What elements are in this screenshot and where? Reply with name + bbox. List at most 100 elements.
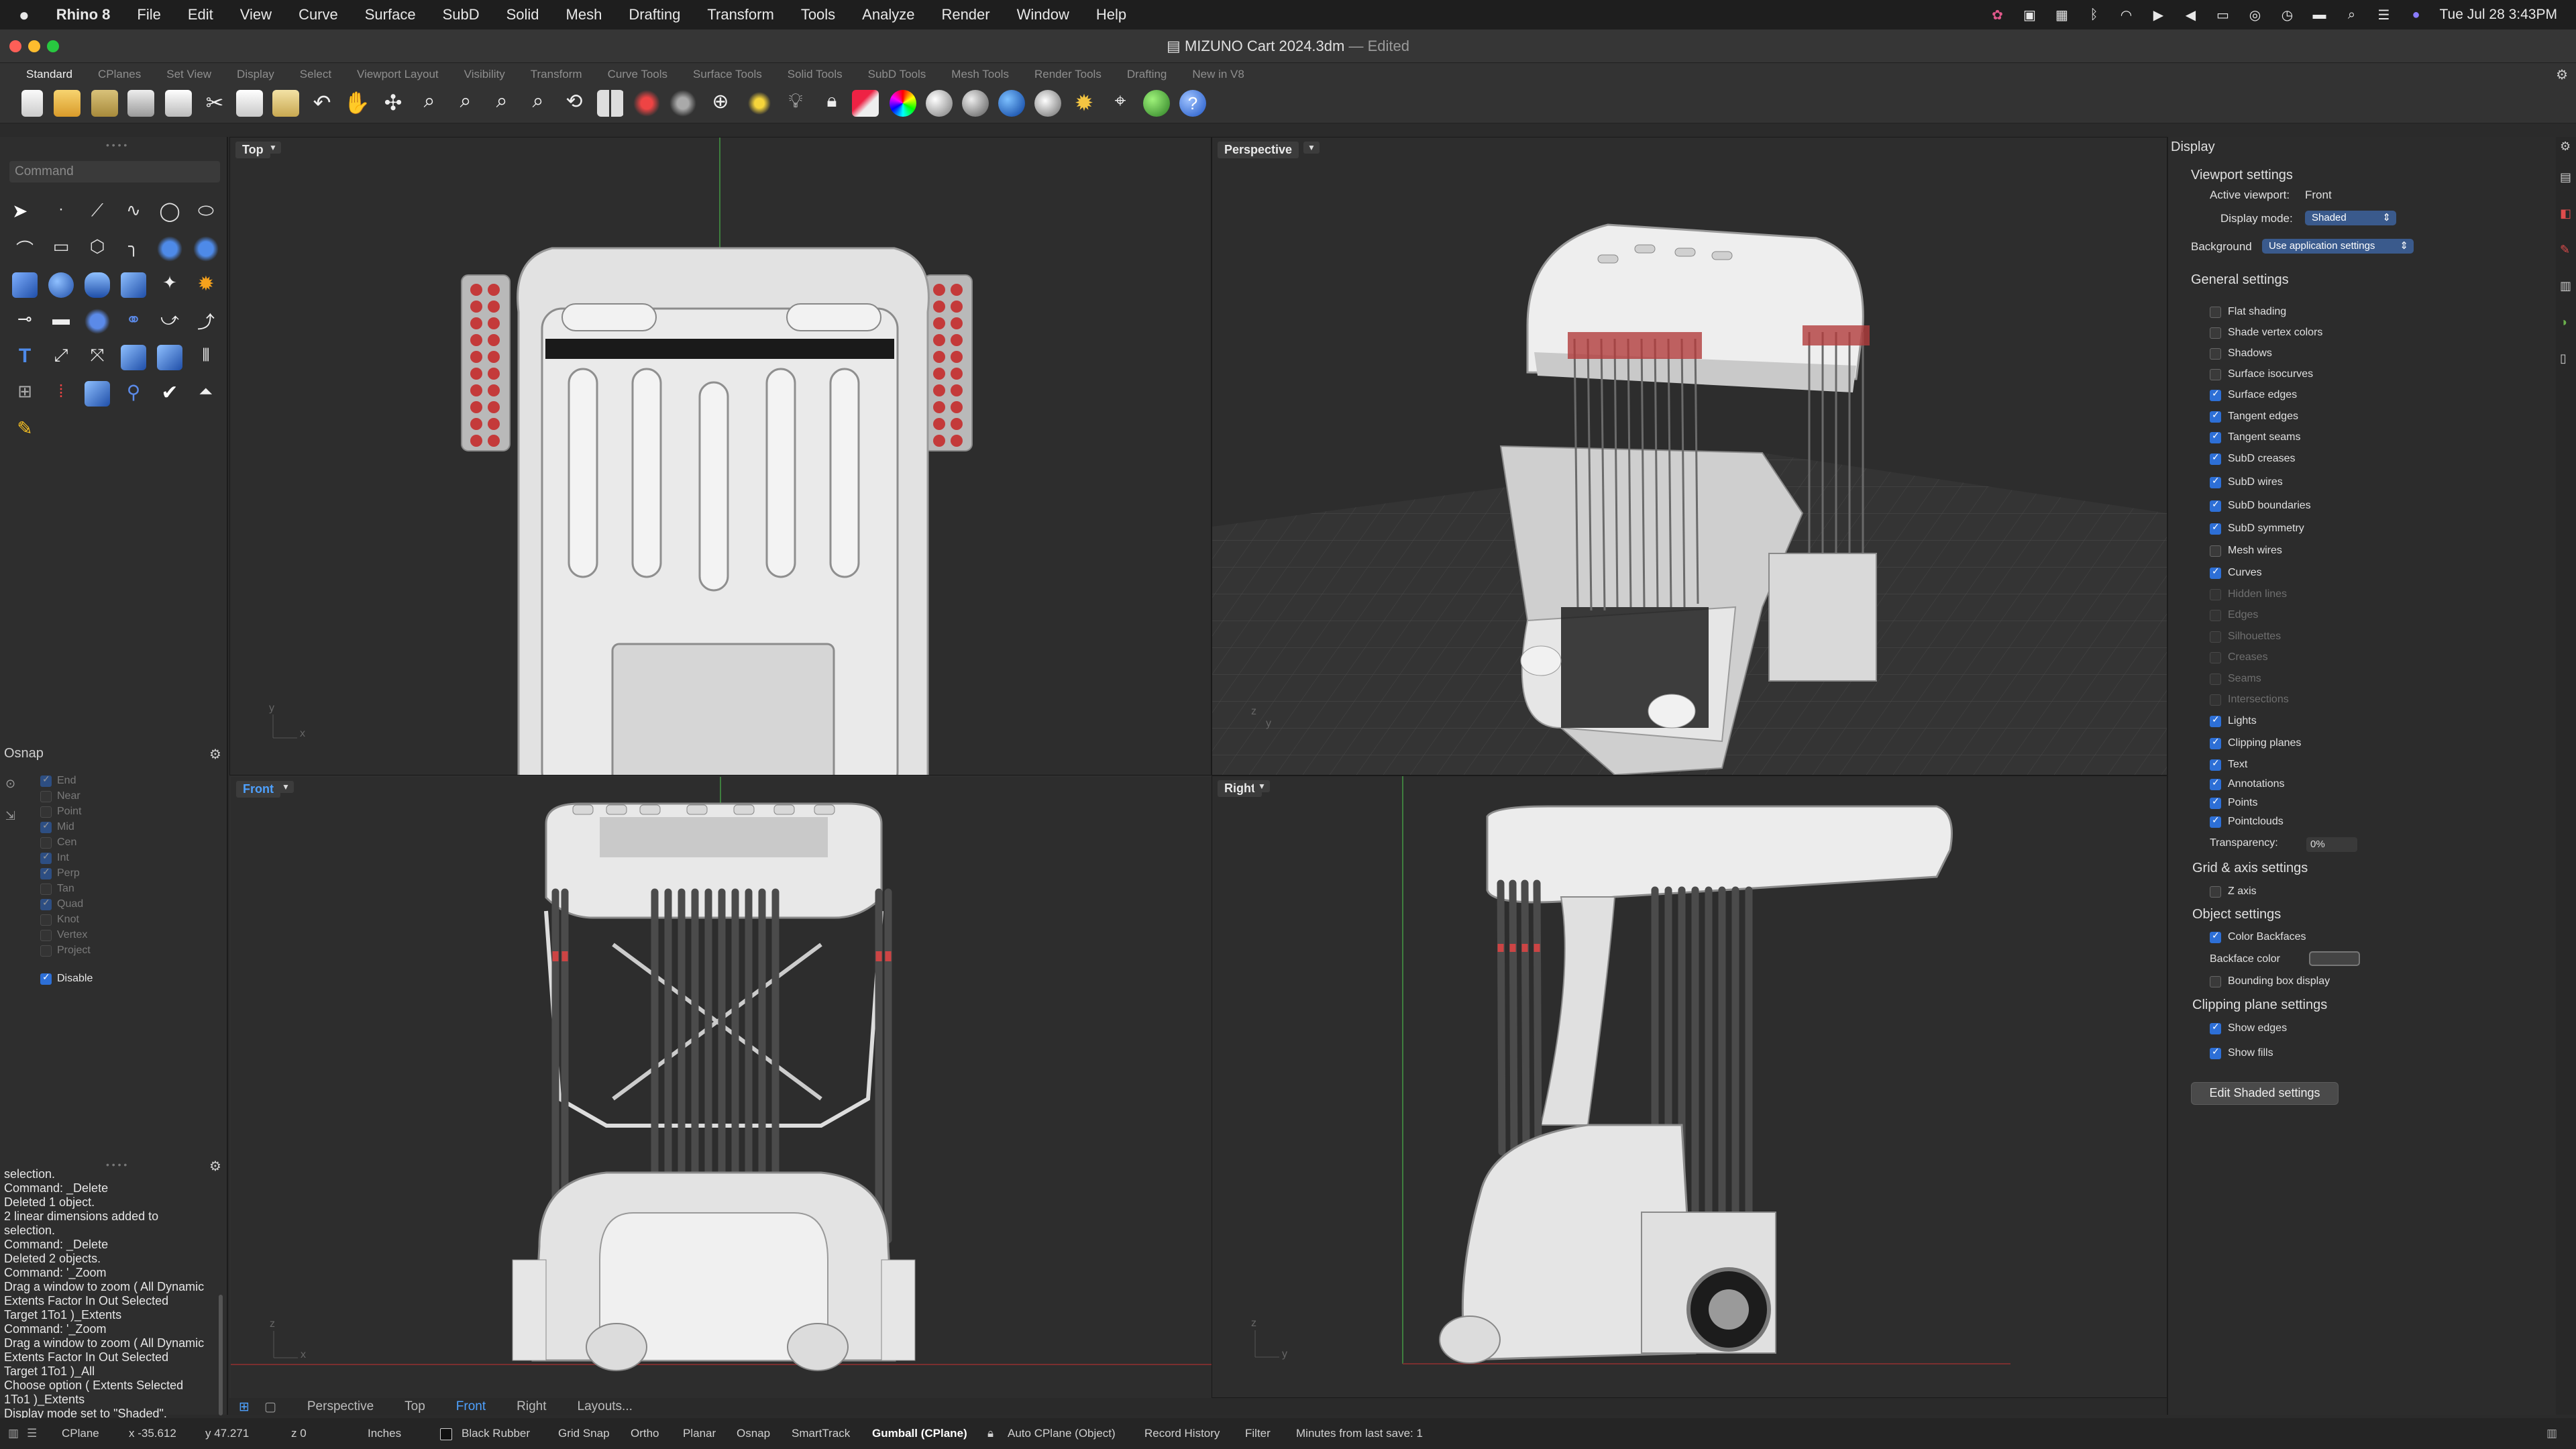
status-cplane[interactable]: CPlane [62, 1427, 99, 1440]
osnap-vertex-checkbox[interactable] [40, 929, 52, 941]
points-option[interactable]: Points [2210, 796, 2257, 809]
viewport-tab-perspective[interactable]: Perspective [307, 1399, 374, 1414]
status-layer[interactable]: Black Rubber [462, 1427, 530, 1440]
shadows-checkbox[interactable] [2210, 347, 2221, 360]
display-mode-select[interactable]: Shaded ⇕ [2305, 211, 2396, 225]
text-icon[interactable]: T [12, 345, 38, 370]
help-icon[interactable]: ? [1179, 90, 1206, 117]
polyline-icon[interactable]: ⟋ [85, 200, 110, 225]
curves-option[interactable]: Curves [2210, 566, 2262, 579]
tab-viewport-layout[interactable]: Viewport Layout [344, 63, 451, 86]
viewport-tab-front[interactable]: Front [456, 1399, 486, 1414]
color-backfaces-option[interactable]: Color Backfaces [2210, 930, 2306, 943]
osnap-toggle-icon[interactable]: ⊙ [5, 777, 15, 791]
viewport-front[interactable]: z x Front ▼ [229, 775, 1213, 1399]
blue-sphere-icon[interactable] [998, 90, 1025, 117]
mesh-wires-option[interactable]: Mesh wires [2210, 545, 2282, 557]
tangent-edges-checkbox[interactable] [2210, 409, 2221, 423]
zoom-selected-icon[interactable]: ⌕ [525, 90, 551, 117]
tab-standard[interactable]: Standard [13, 63, 85, 86]
right-sidebar-toggle-icon[interactable]: ▥ [2546, 1427, 2557, 1440]
tab-transform[interactable]: Transform [518, 63, 595, 86]
open-file-icon[interactable] [54, 90, 80, 117]
tab-subd-tools[interactable]: SubD Tools [855, 63, 939, 86]
osnap-knot-checkbox[interactable] [40, 914, 52, 926]
sidebar-toggle-icon[interactable]: ▥ [8, 1427, 19, 1440]
wireframe-car-icon[interactable] [669, 90, 696, 117]
subd-wires-checkbox[interactable] [2210, 475, 2221, 488]
bluetooth-icon[interactable]: ᛒ [2086, 7, 2103, 22]
dimension-icon[interactable]: ⌖ [1107, 90, 1134, 117]
viewport-grid-layout-icon[interactable]: ⊞ [239, 1399, 250, 1415]
show-edges-option[interactable]: Show edges [2210, 1021, 2287, 1034]
edit-shaded-settings-button[interactable]: Edit Shaded settings [2191, 1082, 2339, 1105]
flat-shading-checkbox[interactable] [2210, 306, 2221, 318]
box-icon[interactable] [12, 272, 38, 298]
arc-icon[interactable]: ⌒ [12, 236, 38, 262]
cut-icon[interactable]: ✂ [201, 90, 228, 117]
new-file-icon[interactable] [21, 90, 43, 117]
undo-icon[interactable]: ↶ [309, 90, 335, 117]
eraser-icon[interactable]: ✎ [12, 417, 38, 443]
check-icon[interactable]: ✔ [157, 381, 182, 407]
battery-icon[interactable]: ▬ [2311, 7, 2328, 22]
join-icon[interactable] [85, 309, 110, 334]
split-icon[interactable]: ⊸ [12, 309, 38, 334]
subd-symmetry-checkbox[interactable] [2210, 521, 2221, 535]
osnap-end[interactable]: End [40, 773, 76, 787]
control-center-icon[interactable]: ☰ [2375, 7, 2393, 23]
menu-transform[interactable]: Transform [694, 6, 787, 23]
help-panel-icon[interactable]: ▯ [2560, 352, 2567, 366]
menu-subd[interactable]: SubD [429, 6, 493, 23]
osnap-mid[interactable]: Mid [40, 820, 74, 833]
grid-icon[interactable]: ⊞ [12, 381, 38, 407]
surface-edges-checkbox[interactable] [2210, 388, 2221, 401]
menu-analyze[interactable]: Analyze [849, 6, 928, 23]
menu-help[interactable]: Help [1083, 6, 1140, 23]
subd-creases-checkbox[interactable] [2210, 451, 2221, 465]
shaded-car-icon[interactable] [633, 90, 660, 117]
display-icon[interactable]: ▭ [2214, 7, 2232, 23]
show-fills-checkbox[interactable] [2210, 1046, 2221, 1059]
command-input[interactable]: Command [9, 161, 220, 182]
align-icon[interactable] [121, 345, 146, 370]
osnap-knot[interactable]: Knot [40, 914, 79, 926]
osnap-perp[interactable]: Perp [40, 866, 80, 879]
array-icon[interactable]: ⫴ [193, 345, 219, 370]
zoom-extents-icon[interactable]: ⌕ [488, 90, 515, 117]
calendar-tray-icon[interactable]: ▦ [2053, 7, 2071, 23]
status-ortho[interactable]: Ortho [631, 1427, 659, 1440]
background-select[interactable]: Use application settings ⇕ [2262, 239, 2414, 254]
osnap-project-checkbox[interactable] [40, 945, 52, 957]
circle-icon[interactable]: ◯ [157, 200, 182, 225]
status-lock-icon[interactable]: 🔒︎ [987, 1427, 994, 1440]
lights-checkbox[interactable] [2210, 714, 2221, 727]
four-viewports-icon[interactable] [597, 90, 624, 117]
rotate-view-icon[interactable]: ⟲ [561, 90, 588, 117]
transparency-input[interactable]: 0% [2306, 837, 2357, 852]
status-smarttrack[interactable]: SmartTrack [792, 1427, 850, 1440]
tab-solid-tools[interactable]: Solid Tools [775, 63, 855, 86]
tab-new-in-v8[interactable]: New in V8 [1179, 63, 1256, 86]
explode-icon[interactable]: ✹ [193, 272, 219, 298]
distance-icon[interactable] [85, 381, 110, 407]
menu-render[interactable]: Render [928, 6, 1003, 23]
mesh-wires-checkbox[interactable] [2210, 545, 2221, 557]
menu-window[interactable]: Window [1004, 6, 1083, 23]
select-arrow-icon[interactable]: ➤ [12, 200, 38, 225]
status-osnap[interactable]: Osnap [737, 1427, 770, 1440]
tangent-seams-option[interactable]: Tangent seams [2210, 430, 2301, 443]
menu-file[interactable]: File [123, 6, 174, 23]
point-icon[interactable]: · [48, 200, 74, 225]
apple-menu-icon[interactable]: ● [0, 5, 43, 25]
osnap-mid-checkbox[interactable] [40, 820, 52, 833]
paste-icon[interactable] [272, 90, 299, 117]
tab-render-tools[interactable]: Render Tools [1022, 63, 1114, 86]
material-sphere-icon[interactable] [926, 90, 953, 117]
osnap-tan[interactable]: Tan [40, 883, 74, 895]
airdrop-icon[interactable]: ◎ [2247, 7, 2264, 23]
print-icon[interactable] [127, 90, 154, 117]
osnap-vertex[interactable]: Vertex [40, 929, 87, 941]
search-icon[interactable]: ⌕ [2343, 7, 2361, 22]
menu-edit[interactable]: Edit [174, 6, 227, 23]
